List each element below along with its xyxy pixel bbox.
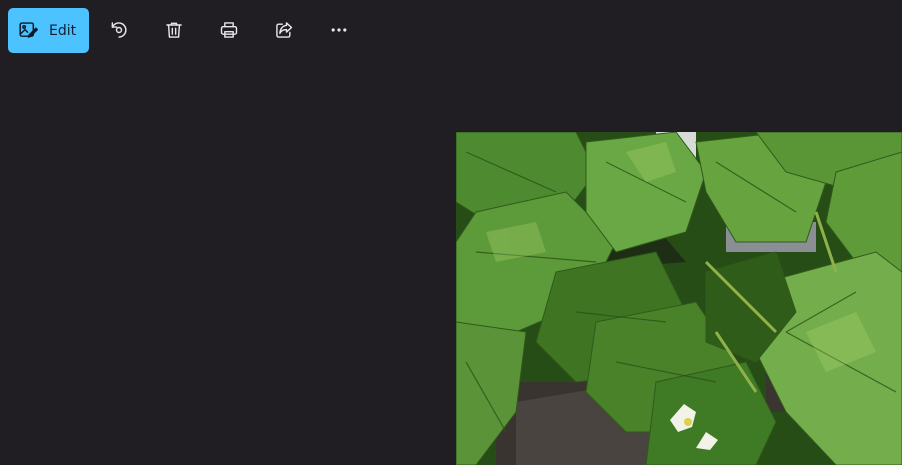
edit-button[interactable]: Edit [8, 8, 89, 53]
print-icon [219, 20, 239, 40]
rotate-icon [109, 20, 129, 40]
edit-button-label: Edit [49, 22, 77, 39]
edit-image-icon [18, 20, 39, 41]
share-button[interactable] [266, 12, 302, 48]
photo[interactable] [456, 132, 902, 465]
photo-viewer-window: Edit [0, 0, 902, 465]
strawberry-plant-image [456, 132, 902, 465]
toolbar: Edit [0, 0, 902, 60]
more-options-button[interactable] [321, 12, 357, 48]
share-icon [274, 20, 294, 40]
delete-icon [164, 20, 184, 40]
more-icon [329, 20, 349, 40]
rotate-button[interactable] [101, 12, 137, 48]
delete-button[interactable] [156, 12, 192, 48]
print-button[interactable] [211, 12, 247, 48]
